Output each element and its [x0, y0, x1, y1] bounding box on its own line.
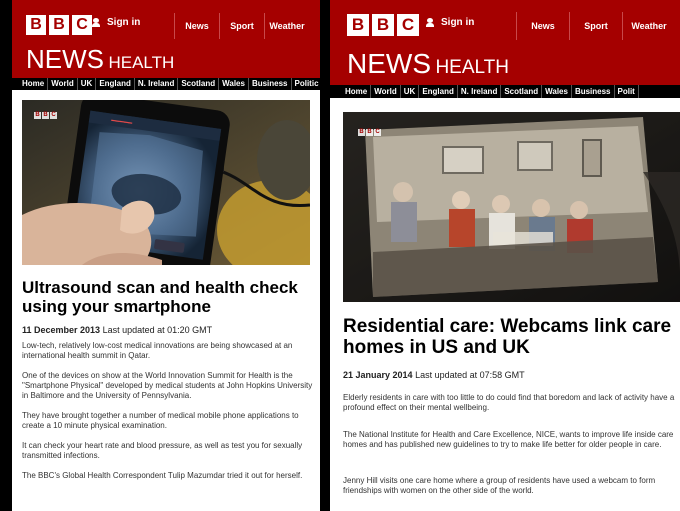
- section-navigation: Home World UK England N. Ireland Scotlan…: [12, 78, 320, 90]
- subnav-business[interactable]: Business: [572, 85, 615, 98]
- subnav-n-ireland[interactable]: N. Ireland: [135, 78, 179, 90]
- article-paragraph: The BBC's Global Health Correspondent Tu…: [22, 471, 303, 480]
- subnav-politics[interactable]: Polit: [615, 85, 639, 98]
- bbc-logo-block: C: [397, 14, 419, 36]
- article-paragraph: The National Institute for Health and Ca…: [343, 430, 674, 449]
- subnav-home[interactable]: Home: [19, 78, 49, 90]
- subnav-politics[interactable]: Politic: [292, 78, 320, 90]
- sign-in-link[interactable]: Sign in: [426, 17, 474, 28]
- subnav-scotland[interactable]: Scotland: [501, 85, 543, 98]
- bbc-header: B B C Sign in News Sport Weather NEWS HE…: [12, 0, 320, 511]
- sign-in-label: Sign in: [107, 17, 141, 28]
- article-paragraph: They have brought together a number of m…: [22, 411, 299, 430]
- brand-news: NEWS: [347, 48, 431, 79]
- nav-weather[interactable]: Weather: [622, 12, 675, 40]
- top-navigation: News Sport Weather: [516, 12, 675, 40]
- subnav-uk[interactable]: UK: [401, 85, 420, 98]
- watermark-block: C: [374, 129, 381, 136]
- subnav-world[interactable]: World: [371, 85, 401, 98]
- article-headline: Residential care: Webcams link care home…: [343, 316, 672, 358]
- bbc-logo-block: B: [347, 14, 369, 36]
- watermark-block: B: [34, 112, 41, 119]
- watermark-block: B: [42, 112, 49, 119]
- nav-weather[interactable]: Weather: [264, 13, 309, 39]
- top-navigation: News Sport Weather: [174, 13, 309, 39]
- sign-in-link[interactable]: Sign in: [92, 17, 140, 28]
- bbc-watermark: B B C: [34, 112, 57, 119]
- subnav-england[interactable]: England: [419, 85, 458, 98]
- bbc-logo-block: B: [49, 15, 69, 35]
- article-video-still[interactable]: B B C: [343, 112, 680, 302]
- nav-sport[interactable]: Sport: [569, 12, 622, 40]
- news-health-brand[interactable]: NEWS HEALTH: [26, 44, 174, 75]
- user-icon: [426, 18, 434, 27]
- brand-news: NEWS: [26, 44, 104, 74]
- subnav-wales[interactable]: Wales: [219, 78, 249, 90]
- article-dateline: 21 January 2014 Last updated at 07:58 GM…: [343, 370, 525, 380]
- care-home-webcam-image: [343, 112, 680, 302]
- article-content: ━━━━━ B B C Ultrasound scan and health c…: [12, 90, 320, 511]
- sign-in-label: Sign in: [441, 17, 475, 28]
- nav-news[interactable]: News: [516, 12, 569, 40]
- bbc-logo-block: C: [72, 15, 92, 35]
- article-paragraph: One of the devices on show at the World …: [22, 371, 313, 400]
- subnav-n-ireland[interactable]: N. Ireland: [458, 85, 502, 98]
- section-navigation: Home World UK England N. Ireland Scotlan…: [330, 85, 680, 98]
- subnav-world[interactable]: World: [48, 78, 78, 90]
- bbc-logo[interactable]: B B C: [347, 14, 419, 36]
- article-date: 11 December 2013: [22, 325, 101, 335]
- bbc-logo-block: B: [26, 15, 46, 35]
- watermark-block: B: [366, 129, 373, 136]
- subnav-home[interactable]: Home: [342, 85, 372, 98]
- article-content: B B C Residential care: Webcams link car…: [330, 98, 680, 511]
- watermark-block: B: [358, 129, 365, 136]
- article-date: 21 January 2014: [343, 370, 413, 380]
- article-panel-ultrasound: B B C Sign in News Sport Weather NEWS HE…: [12, 0, 320, 511]
- user-icon: [92, 18, 100, 27]
- article-paragraph: Low-tech, relatively low-cost medical in…: [22, 341, 293, 360]
- nav-news[interactable]: News: [174, 13, 219, 39]
- article-video-still[interactable]: ━━━━━ B B C: [22, 100, 310, 265]
- news-health-brand[interactable]: NEWS HEALTH: [347, 48, 509, 80]
- subnav-scotland[interactable]: Scotland: [178, 78, 220, 90]
- article-paragraph: Elderly residents in care with too littl…: [343, 393, 675, 412]
- smartphone-ultrasound-image: ━━━━━: [22, 100, 310, 265]
- subnav-wales[interactable]: Wales: [542, 85, 572, 98]
- subnav-uk[interactable]: UK: [78, 78, 97, 90]
- article-panel-residential-care: B B C Sign in News Sport Weather NEWS HE…: [330, 0, 680, 511]
- bbc-header: B B C Sign in News Sport Weather NEWS HE…: [330, 0, 680, 511]
- brand-section: HEALTH: [435, 57, 510, 78]
- article-paragraph: Jenny Hill visits one care home where a …: [343, 476, 656, 495]
- bbc-logo-block: B: [372, 14, 394, 36]
- subnav-business[interactable]: Business: [249, 78, 292, 90]
- bbc-logo[interactable]: B B C: [26, 15, 92, 35]
- bbc-watermark: B B C: [358, 129, 381, 136]
- article-dateline: 11 December 2013 Last updated at 01:20 G…: [22, 325, 212, 335]
- nav-sport[interactable]: Sport: [219, 13, 264, 39]
- article-headline: Ultrasound scan and health check using y…: [22, 278, 298, 316]
- subnav-england[interactable]: England: [96, 78, 135, 90]
- last-updated: Last updated at 07:58 GMT: [415, 370, 525, 380]
- brand-section: HEALTH: [108, 53, 175, 72]
- watermark-block: C: [50, 112, 57, 119]
- article-paragraph: It can check your heart rate and blood p…: [22, 441, 303, 460]
- last-updated: Last updated at 01:20 GMT: [102, 325, 213, 335]
